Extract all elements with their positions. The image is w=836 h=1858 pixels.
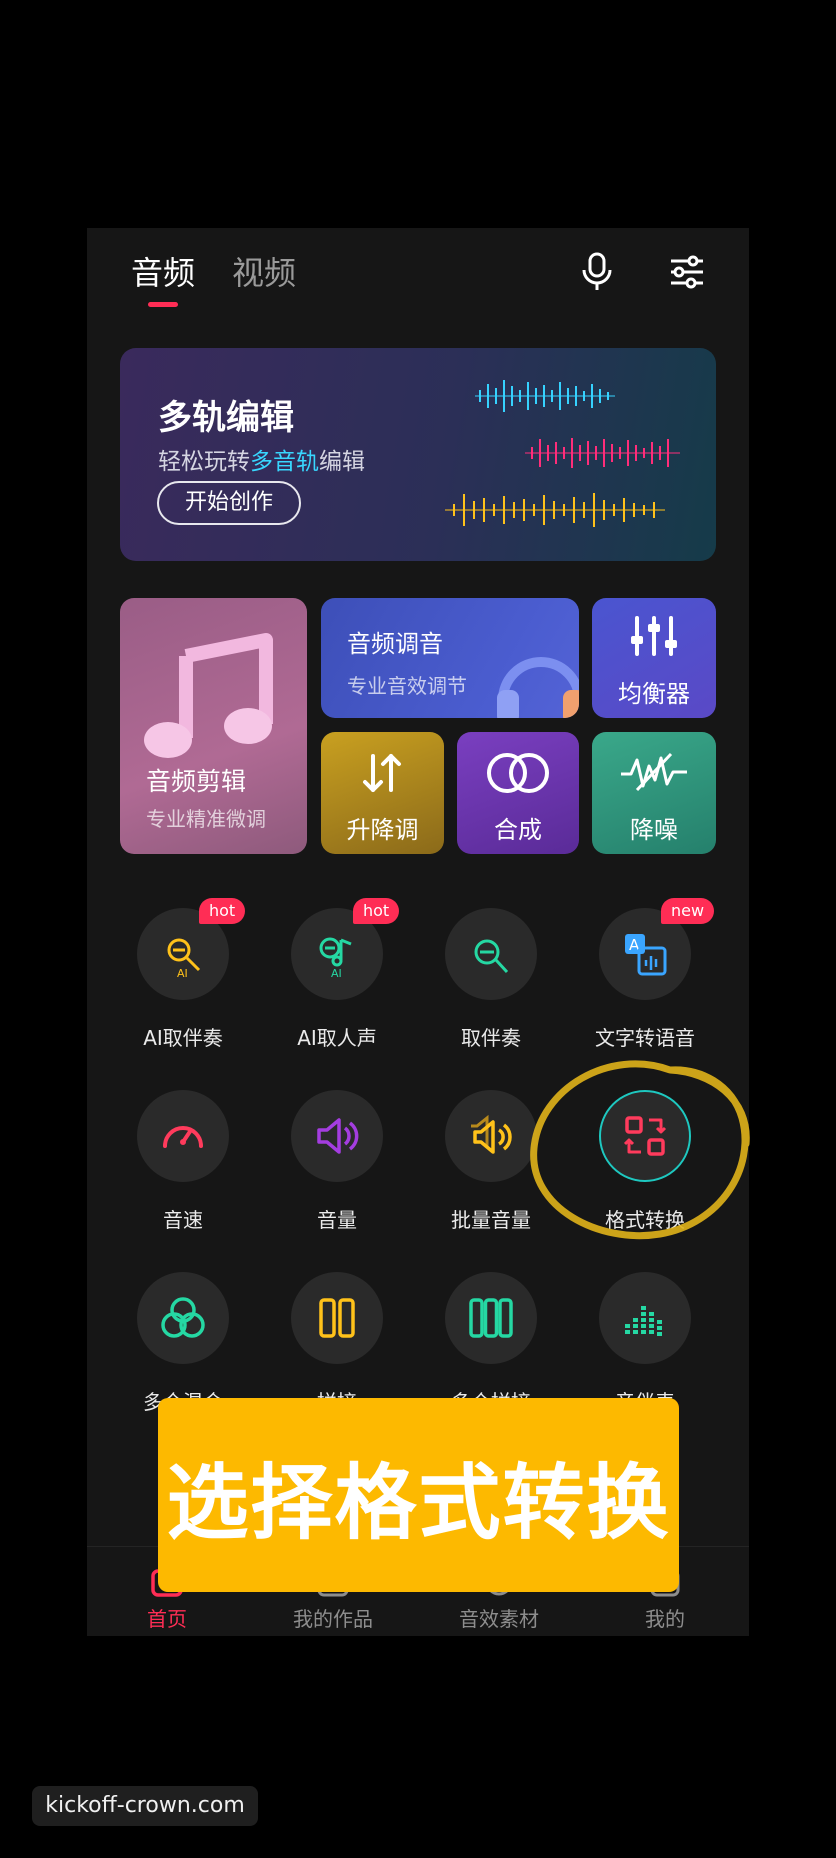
tool-icon-bg [137, 1090, 229, 1182]
new-badge: new [661, 898, 715, 924]
tool-icon-bg [599, 1272, 691, 1364]
active-tab-indicator [148, 302, 178, 307]
hot-badge: hot [199, 898, 246, 924]
audio-tune-card[interactable]: 音频调音 专业音效调节 [321, 598, 579, 718]
tool-icon-bg [445, 908, 537, 1000]
tool-accompaniment[interactable]: 取伴奏 [415, 908, 567, 1068]
multitrack-banner[interactable]: 多轨编辑 轻松玩转多音轨编辑 开始创作 [120, 348, 716, 561]
merge-circles-icon [487, 753, 549, 793]
audio-tune-sub: 专业音效调节 [347, 674, 467, 698]
equalizer-icon [631, 616, 677, 656]
pitch-card[interactable]: 升降调 [321, 732, 444, 854]
tab-video[interactable]: 视频 [232, 248, 296, 294]
waveform-yellow-icon [445, 493, 665, 527]
mix-icon [161, 1297, 205, 1338]
speedometer-icon [163, 1126, 203, 1148]
start-create-button[interactable]: 开始创作 [157, 481, 301, 525]
tool-speed[interactable]: 音速 [107, 1090, 259, 1250]
ai-vocal-icon: AI [319, 937, 352, 978]
equalizer-card[interactable]: 均衡器 [592, 598, 716, 718]
headphones-icon [497, 657, 579, 718]
equalizer-label: 均衡器 [618, 680, 690, 708]
settings-sliders-icon[interactable] [665, 250, 709, 294]
text-to-speech-icon: A [625, 934, 667, 976]
svg-text:AI: AI [331, 967, 342, 978]
audio-tune-label: 音频调音 [347, 630, 443, 658]
nav-label: 音效素材 [459, 1607, 539, 1631]
tool-icon-bg [291, 1090, 383, 1182]
denoise-wave-icon [621, 752, 687, 792]
tool-ai-accompaniment[interactable]: AI hot AI取伴奏 [107, 898, 259, 1068]
tool-ai-vocal[interactable]: AI hot AI取人声 [261, 898, 413, 1068]
audio-edit-label: 音频剪辑 [146, 767, 247, 796]
music-note-icon [144, 633, 273, 758]
batch-volume-icon [471, 1114, 512, 1154]
tool-icon-bg [445, 1272, 537, 1364]
audio-edit-card[interactable]: 音频剪辑 专业精准微调 [120, 598, 307, 854]
denoise-card[interactable]: 降噪 [592, 732, 716, 854]
nav-label: 我的作品 [293, 1607, 373, 1631]
audio-edit-sub: 专业精准微调 [146, 807, 266, 831]
hero-subtitle: 轻松玩转多音轨编辑 [158, 449, 365, 475]
merge-label: 合成 [494, 816, 542, 844]
microphone-icon[interactable] [575, 250, 619, 294]
tool-label: 文字转语音 [595, 1026, 695, 1050]
caption-overlay: 选择格式转换 [158, 1398, 679, 1592]
tool-text-to-speech[interactable]: A new 文字转语音 [569, 898, 721, 1068]
multi-splice-icon [469, 1298, 513, 1338]
caption-text: 选择格式转换 [166, 1455, 671, 1551]
annotation-circle [530, 1060, 750, 1240]
waveform-cyan-icon [475, 380, 615, 412]
watermark: kickoff-crown.com [32, 1786, 258, 1826]
denoise-label: 降噪 [630, 816, 678, 844]
volume-icon [317, 1118, 359, 1154]
ai-accompaniment-icon: AI [167, 938, 201, 978]
pitch-label: 升降调 [346, 816, 419, 844]
nav-label: 首页 [147, 1607, 187, 1631]
tool-icon-bg [137, 1272, 229, 1364]
svg-text:AI: AI [177, 967, 188, 978]
tool-volume[interactable]: 音量 [261, 1090, 413, 1250]
nav-label: 我的 [645, 1607, 685, 1631]
waveform-pink-icon [525, 438, 680, 468]
splice-icon [319, 1298, 355, 1338]
hero-title: 多轨编辑 [158, 398, 294, 438]
accompaniment-icon [474, 939, 509, 974]
pitch-arrows-icon [363, 754, 401, 792]
tab-audio[interactable]: 音频 [131, 248, 195, 294]
spectrum-icon [625, 1306, 662, 1336]
tool-icon-bg [291, 1272, 383, 1364]
hot-badge: hot [353, 898, 400, 924]
merge-card[interactable]: 合成 [457, 732, 579, 854]
